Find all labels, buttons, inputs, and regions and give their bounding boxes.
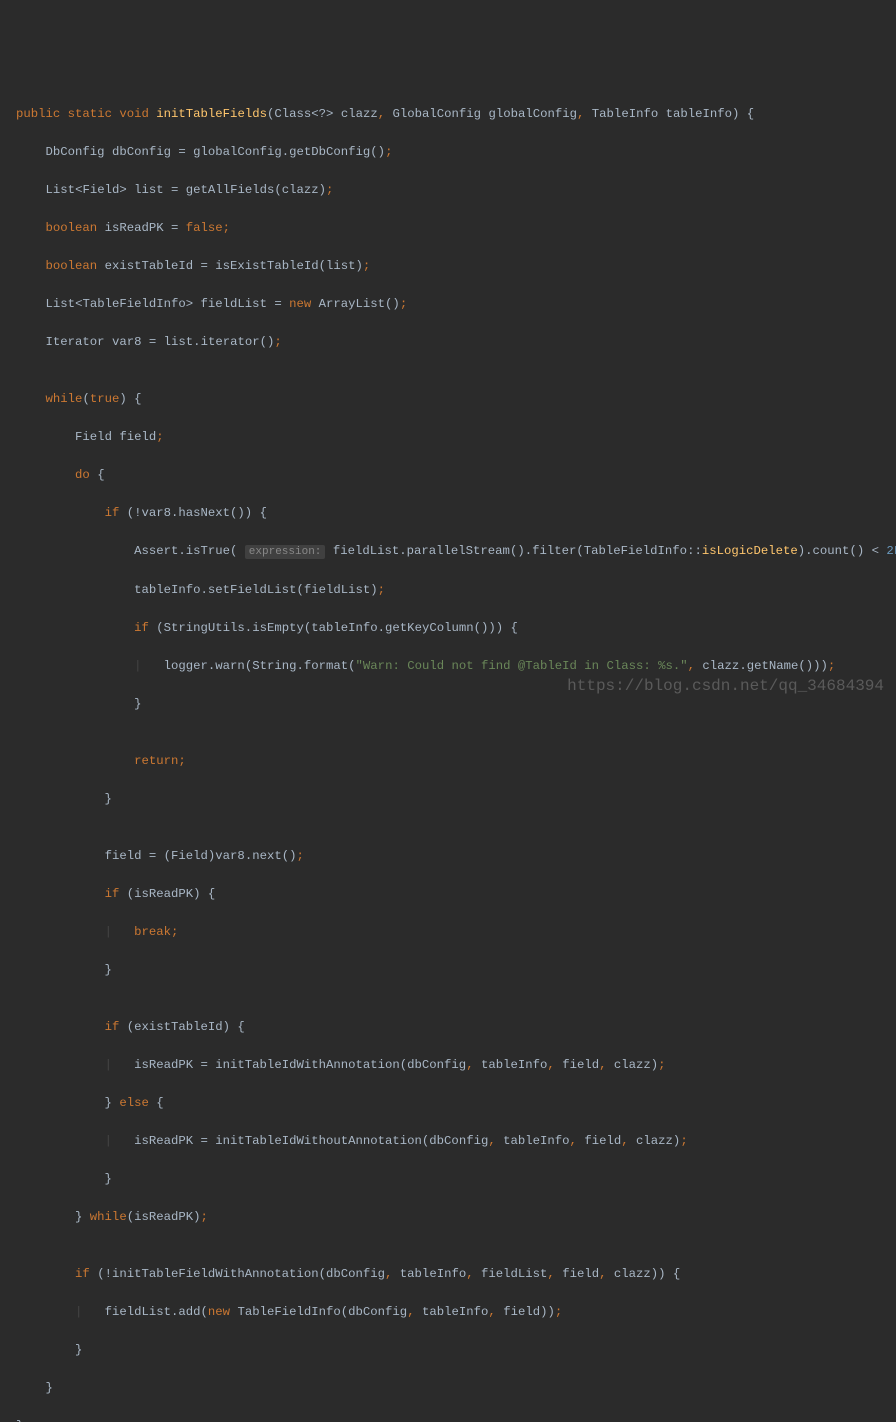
- code-line: boolean isReadPK = false;: [0, 219, 896, 238]
- code-line: Iterator var8 = list.iterator();: [0, 333, 896, 352]
- code-line: }: [0, 1379, 896, 1398]
- code-line: return;: [0, 752, 896, 771]
- code-line: }: [0, 961, 896, 980]
- code-line: if (StringUtils.isEmpty(tableInfo.getKey…: [0, 619, 896, 638]
- code-line: | fieldList.add(new TableFieldInfo(dbCon…: [0, 1303, 896, 1322]
- code-line: Assert.isTrue( expression: fieldList.par…: [0, 542, 896, 562]
- code-line: if (!initTableFieldWithAnnotation(dbConf…: [0, 1265, 896, 1284]
- code-line: }: [0, 790, 896, 809]
- code-line: while(true) {: [0, 390, 896, 409]
- code-line: List<TableFieldInfo> fieldList = new Arr…: [0, 295, 896, 314]
- code-line: tableInfo.setFieldList(fieldList);: [0, 581, 896, 600]
- code-line: }: [0, 1341, 896, 1360]
- param-hint: expression:: [245, 545, 326, 559]
- code-line: | isReadPK = initTableIdWithoutAnnotatio…: [0, 1132, 896, 1151]
- code-line: | isReadPK = initTableIdWithAnnotation(d…: [0, 1056, 896, 1075]
- code-line: if (isReadPK) {: [0, 885, 896, 904]
- code-line: if (!var8.hasNext()) {: [0, 504, 896, 523]
- code-line: | logger.warn(String.format("Warn: Could…: [0, 657, 896, 676]
- code-line: }: [0, 1417, 896, 1422]
- code-line: List<Field> list = getAllFields(clazz);: [0, 181, 896, 200]
- code-line: }: [0, 695, 896, 714]
- code-line: } else {: [0, 1094, 896, 1113]
- code-line: DbConfig dbConfig = globalConfig.getDbCo…: [0, 143, 896, 162]
- code-line: if (existTableId) {: [0, 1018, 896, 1037]
- code-line: do {: [0, 466, 896, 485]
- code-line: Field field;: [0, 428, 896, 447]
- code-editor: public static void initTableFields(Class…: [0, 86, 896, 1422]
- code-line: }: [0, 1170, 896, 1189]
- watermark-text: https://blog.csdn.net/qq_34684394: [567, 677, 884, 696]
- code-line: | break;: [0, 923, 896, 942]
- code-line: public static void initTableFields(Class…: [0, 105, 896, 124]
- code-line: field = (Field)var8.next();: [0, 847, 896, 866]
- code-line: } while(isReadPK);: [0, 1208, 896, 1227]
- code-line: boolean existTableId = isExistTableId(li…: [0, 257, 896, 276]
